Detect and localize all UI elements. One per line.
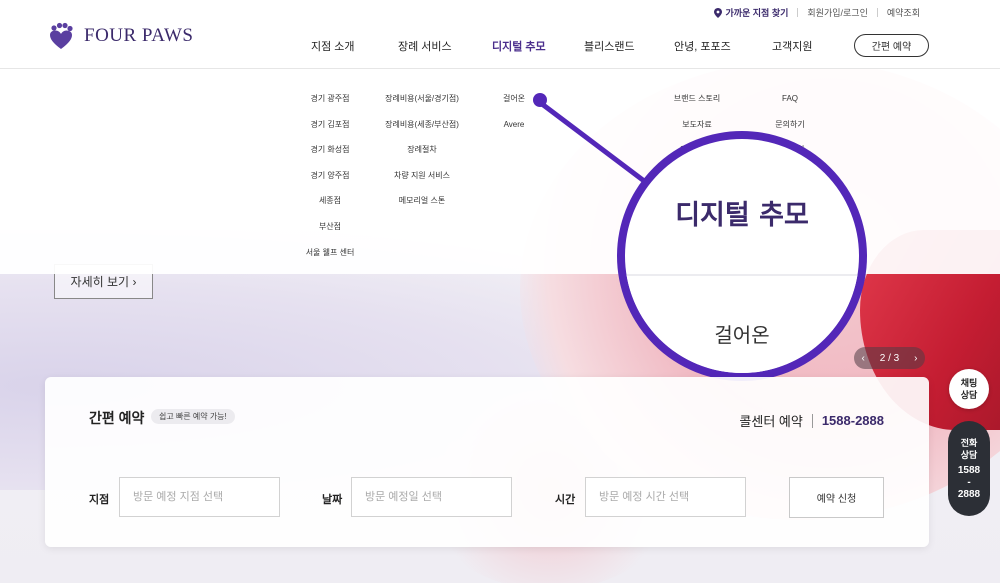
menu-item[interactable]: Avere — [504, 112, 525, 138]
mega-column-digital: 걸어온 Avere — [503, 86, 525, 137]
find-branch-link[interactable]: 가까운 지점 찾기 — [714, 6, 788, 19]
call-center-label: 콜센터 예약 — [739, 414, 803, 429]
slider-pager: ‹ 2 / 3 › — [854, 347, 925, 369]
nav-hello-fourpaws[interactable]: 안녕, 포포즈 — [674, 38, 731, 54]
magnifier-title: 디지털 추모 — [675, 200, 809, 231]
nav-blissland[interactable]: 블리스랜드 — [584, 38, 635, 54]
divider — [797, 8, 799, 17]
callout-dot — [533, 93, 547, 107]
booking-title: 간편 예약 — [89, 410, 145, 426]
reserve-submit-button[interactable]: 예약 신청 — [789, 477, 884, 518]
call-center-number[interactable]: 1588-2888 — [822, 413, 884, 428]
menu-item[interactable]: FAQ — [782, 86, 798, 112]
login-link[interactable]: 회원가입/로그인 — [807, 6, 867, 19]
reservation-check-link[interactable]: 예약조회 — [887, 6, 920, 19]
menu-item[interactable]: 경기 김포점 — [310, 112, 349, 138]
menu-item[interactable]: 브랜드 스토리 — [674, 86, 720, 112]
utility-nav: 가까운 지점 찾기 회원가입/로그인 예약조회 — [714, 6, 920, 19]
quick-reserve-button[interactable]: 간편 예약 — [854, 34, 929, 57]
divider — [876, 8, 878, 17]
chevron-right-icon[interactable]: › — [914, 353, 917, 364]
nav-funeral-service[interactable]: 장례 서비스 — [398, 38, 452, 54]
booking-tag: 쉽고 빠른 예약 가능! — [151, 409, 235, 424]
menu-item[interactable]: 경기 화성점 — [310, 137, 349, 163]
location-pin-icon — [714, 7, 723, 18]
phone-consult-button[interactable]: 전화 상담 1588 - 2888 — [948, 421, 990, 516]
menu-item[interactable]: 세종점 — [319, 188, 341, 214]
menu-item[interactable]: 메모리얼 스톤 — [399, 188, 445, 214]
menu-item[interactable]: 서울 웰프 센터 — [306, 240, 355, 266]
phone-consult-label: 전화 상담 — [960, 437, 978, 460]
slide-counter: 2 / 3 — [879, 352, 900, 364]
chevron-right-icon: › — [132, 274, 137, 289]
menu-item[interactable]: 보도자료 — [682, 112, 711, 138]
date-field-label: 날짜 — [322, 494, 343, 506]
menu-item[interactable]: 경기 광주점 — [310, 86, 349, 112]
call-center: 콜센터 예약 1588-2888 — [739, 411, 884, 430]
paw-heart-icon — [50, 22, 73, 49]
branch-field-label: 지점 — [89, 494, 110, 506]
logo[interactable]: FOUR PAWS — [47, 22, 193, 50]
menu-item[interactable]: 문의하기 — [775, 112, 804, 138]
menu-item[interactable]: 장례비용(세종/부산점) — [385, 112, 459, 138]
phone-consult-number: 1588 - 2888 — [957, 464, 981, 500]
nav-digital-memorial[interactable]: 디지털 추모 — [492, 38, 546, 54]
nav-branches[interactable]: 지점 소개 — [311, 38, 355, 54]
mega-column-branches: 경기 광주점 경기 김포점 경기 화성점 경기 양주점 세종점 부산점 서울 웰… — [306, 86, 355, 265]
magnifier-item: 걸어온 — [714, 323, 770, 347]
menu-item[interactable]: 걸어온 — [503, 86, 525, 112]
chevron-left-icon[interactable]: ‹ — [861, 353, 864, 364]
date-select[interactable] — [351, 477, 512, 517]
menu-item[interactable]: 차량 지원 서비스 — [394, 163, 450, 189]
logo-text: FOUR PAWS — [84, 25, 194, 46]
quick-booking-panel: 간편 예약 쉽고 빠른 예약 가능! 콜센터 예약 1588-2888 지점 날… — [45, 377, 929, 547]
nav-customer-support[interactable]: 고객지원 — [772, 38, 812, 54]
menu-item[interactable]: 장례절차 — [407, 137, 436, 163]
chat-consult-button[interactable]: 채팅 상담 — [949, 369, 989, 409]
mega-column-funeral: 장례비용(서울/경기점) 장례비용(세종/부산점) 장례절차 차량 지원 서비스… — [385, 86, 459, 214]
branch-select[interactable] — [119, 477, 280, 517]
magnifier-callout: 디지털 추모 걸어온 — [617, 131, 867, 381]
menu-item[interactable]: 장례비용(서울/경기점) — [385, 86, 459, 112]
site-header: FOUR PAWS 가까운 지점 찾기 회원가입/로그인 예약조회 지점 소개 … — [0, 0, 1000, 69]
menu-item[interactable]: 경기 양주점 — [310, 163, 349, 189]
chat-consult-label: 채팅 상담 — [960, 378, 978, 400]
time-field-label: 시간 — [555, 494, 576, 506]
time-select[interactable] — [585, 477, 746, 517]
menu-item[interactable]: 부산점 — [319, 214, 341, 240]
divider — [811, 413, 813, 428]
